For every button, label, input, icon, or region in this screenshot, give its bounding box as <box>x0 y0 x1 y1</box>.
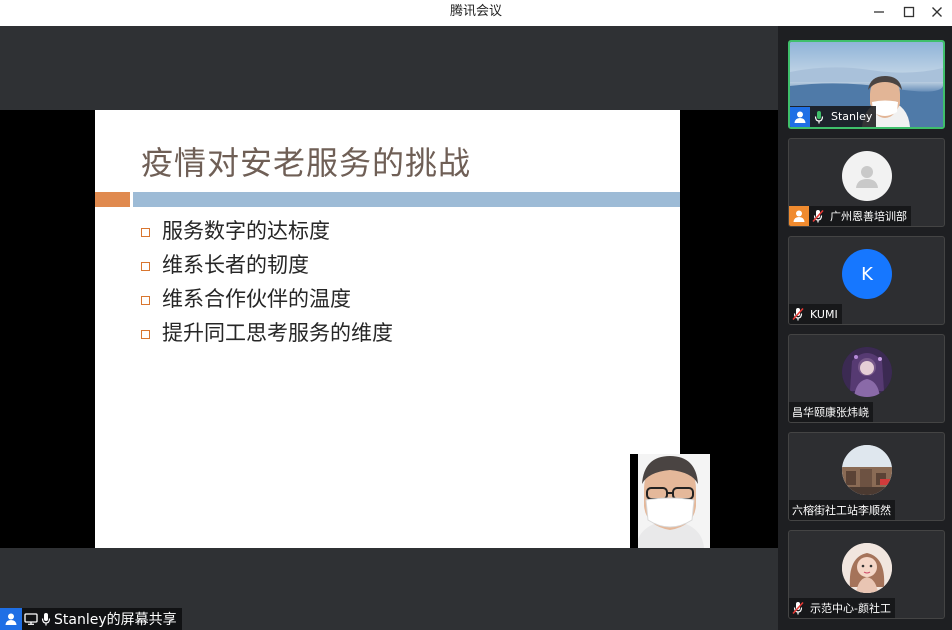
slide-bullet: 维系长者的韧度 <box>141 247 393 281</box>
window-titlebar: 腾讯会议 <box>0 0 952 26</box>
profile-photo-avatar <box>842 445 892 495</box>
close-button[interactable] <box>922 0 952 24</box>
slide-bullet: 服务数字的达标度 <box>141 213 393 247</box>
participant-label: 示范中心-颜社工 <box>789 598 895 618</box>
participant-name: 示范中心-颜社工 <box>810 602 891 615</box>
bullet-square-icon <box>141 227 150 237</box>
microphone-muted-icon <box>809 206 827 226</box>
default-avatar-icon <box>842 151 892 201</box>
screen-share-icon <box>22 608 40 630</box>
slide-bullet-list: 服务数字的达标度 维系长者的韧度 维系合作伙伴的温度 提升同工思考服务的维度 <box>141 213 393 349</box>
slide-title: 疫情对安老服务的挑战 <box>141 144 472 182</box>
window-title: 腾讯会议 <box>449 4 502 19</box>
slide-bullet: 维系合作伙伴的温度 <box>141 281 393 315</box>
participant-name: 广州恩善培训部 <box>830 210 907 223</box>
host-user-icon <box>790 106 810 127</box>
bullet-square-icon <box>141 261 150 271</box>
microphone-muted-icon <box>789 598 807 618</box>
screen-share-label: Stanley的屏幕共享 <box>0 608 182 630</box>
participant-tile[interactable]: 昌华颐康张炜峣 <box>788 334 945 423</box>
bullet-square-icon <box>141 295 150 305</box>
participant-name: 昌华颐康张炜峣 <box>792 406 869 419</box>
presenter-camera-overlay <box>630 454 710 548</box>
maximize-button[interactable] <box>894 0 924 24</box>
participant-tile[interactable]: 广州恩善培训部 <box>788 138 945 227</box>
shared-screen: 疫情对安老服务的挑战 服务数字的达标度 维系长者的韧度 维系合作伙伴的温度 提升… <box>0 110 778 548</box>
participant-tile[interactable]: 示范中心-颜社工 <box>788 530 945 619</box>
participant-tile[interactable]: K KUMI <box>788 236 945 325</box>
participant-tile-stanley[interactable]: Stanley <box>788 40 945 129</box>
participant-label: 广州恩善培训部 <box>789 206 911 226</box>
bullet-square-icon <box>141 329 150 339</box>
close-icon <box>932 7 942 17</box>
minimize-button[interactable] <box>864 0 894 24</box>
profile-photo-avatar <box>842 347 892 397</box>
participant-name: 六榕街社工站李顺然 <box>792 504 891 517</box>
screen-share-area[interactable]: 疫情对安老服务的挑战 服务数字的达标度 维系长者的韧度 维系合作伙伴的温度 提升… <box>0 26 778 630</box>
participant-label: Stanley <box>790 106 877 127</box>
slide-accent-bar <box>95 192 130 207</box>
microphone-muted-icon <box>789 304 807 324</box>
slide-bullet: 提升同工思考服务的维度 <box>141 315 393 349</box>
microphone-active-icon <box>810 107 828 127</box>
participant-name: KUMI <box>810 307 838 321</box>
participant-name: Stanley <box>831 110 873 123</box>
share-top-band <box>0 26 778 110</box>
screen-share-owner: Stanley的屏幕共享 <box>54 612 177 628</box>
maximize-icon <box>903 6 915 18</box>
participant-label: 昌华颐康张炜峣 <box>789 402 873 422</box>
letter-avatar: K <box>842 249 892 299</box>
participant-label: KUMI <box>789 304 842 324</box>
participant-label: 六榕街社工站李顺然 <box>789 500 895 520</box>
slide-title-bar <box>133 192 680 207</box>
minimize-icon <box>874 11 884 13</box>
presentation-slide: 疫情对安老服务的挑战 服务数字的达标度 维系长者的韧度 维系合作伙伴的温度 提升… <box>95 110 680 548</box>
participant-tile[interactable]: 六榕街社工站李顺然 <box>788 432 945 521</box>
microphone-icon <box>40 608 52 630</box>
user-icon <box>0 608 22 630</box>
co-host-user-icon <box>789 206 809 226</box>
profile-photo-avatar <box>842 543 892 593</box>
participant-panel: Stanley 广州恩善培训部 K KUMI 昌华颐康张炜峣 六榕街社工站李顺然… <box>778 26 952 630</box>
